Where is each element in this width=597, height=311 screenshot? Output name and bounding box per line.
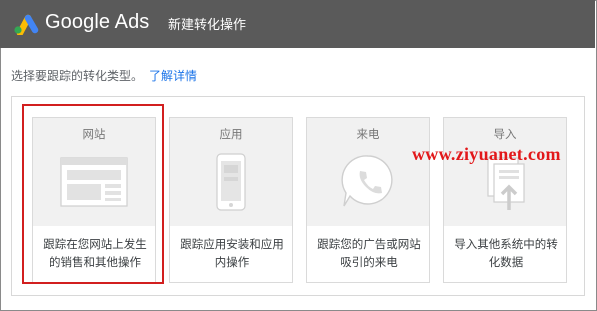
selection-highlight xyxy=(22,104,164,284)
card-app-header: 应用 xyxy=(170,118,292,226)
card-import-description: 导入其他系统中的转化数据 xyxy=(454,237,558,269)
card-import[interactable]: 导入 导入其他系统中的转化数据 xyxy=(443,117,567,283)
card-calls-header: 来电 xyxy=(307,118,429,226)
card-import-title: 导入 xyxy=(493,127,517,141)
card-app-title: 应用 xyxy=(219,127,243,141)
watermark-text: www.ziyuanet.com xyxy=(412,144,561,164)
brand-name: Google Ads xyxy=(45,11,150,33)
card-calls[interactable]: 来电 跟踪您的广告或网站吸引的来电 xyxy=(306,117,430,283)
card-app-description: 跟踪应用安装和应用内操作 xyxy=(180,237,284,269)
intro-line: 选择要跟踪的转化类型。 了解详情 xyxy=(11,67,197,84)
google-ads-logo-icon xyxy=(14,14,39,35)
intro-text: 选择要跟踪的转化类型。 xyxy=(11,69,144,83)
card-import-header: 导入 xyxy=(444,118,566,226)
mobile-phone-icon xyxy=(216,153,246,211)
page-title: 新建转化操作 xyxy=(168,18,247,33)
card-app[interactable]: 应用 跟踪应用安装和应用内操作 xyxy=(169,117,293,283)
learn-more-link[interactable]: 了解详情 xyxy=(149,69,197,83)
phone-call-icon xyxy=(341,155,393,207)
card-calls-title: 来电 xyxy=(356,127,380,141)
header-bar: Google Ads 新建转化操作 xyxy=(0,0,595,48)
card-calls-description: 跟踪您的广告或网站吸引的来电 xyxy=(317,237,421,269)
